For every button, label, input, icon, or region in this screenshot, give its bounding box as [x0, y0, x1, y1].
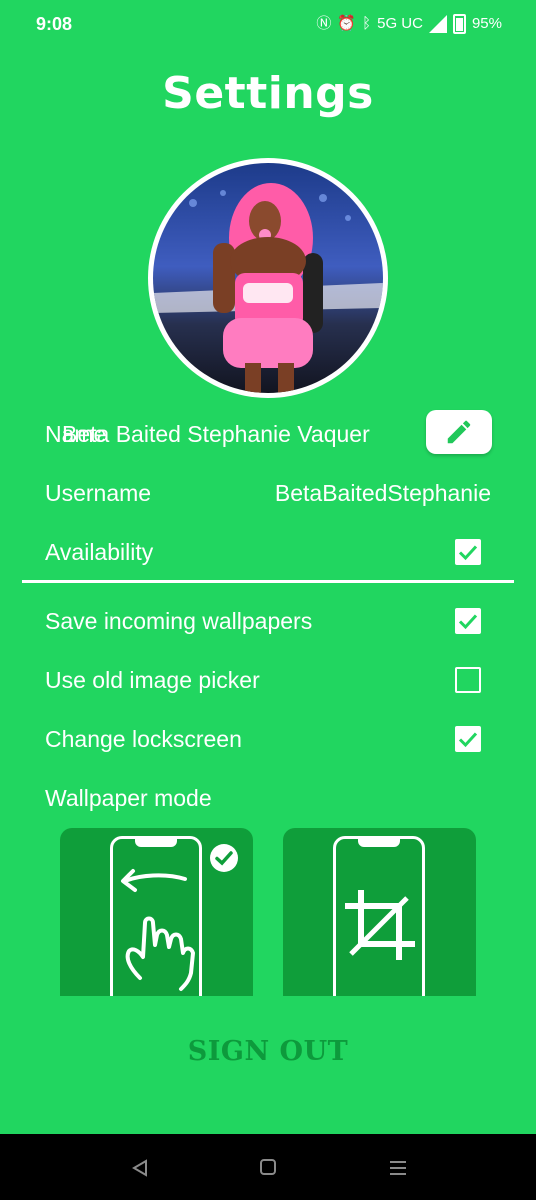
- availability-row[interactable]: Availability: [45, 531, 491, 571]
- crop-icon: [345, 890, 415, 960]
- change-lockscreen-checkbox[interactable]: [455, 726, 481, 752]
- option-old-image-picker[interactable]: Use old image picker: [45, 659, 491, 699]
- recents-icon[interactable]: [388, 1158, 408, 1178]
- swipe-hand-icon: [121, 869, 195, 991]
- nfc-icon: Ⓝ: [316, 15, 332, 32]
- selected-check-icon: [210, 844, 238, 872]
- network-label: 5G UC: [377, 15, 423, 32]
- pencil-icon: [447, 420, 471, 444]
- edit-name-button[interactable]: [426, 410, 492, 454]
- back-icon[interactable]: [130, 1158, 150, 1178]
- save-wallpapers-checkbox[interactable]: [455, 608, 481, 634]
- wallpaper-mode-scroll[interactable]: [60, 828, 253, 996]
- wallpaper-mode-label: Wallpaper mode: [45, 785, 212, 811]
- option-save-wallpapers[interactable]: Save incoming wallpapers: [45, 600, 491, 640]
- wallpaper-mode-crop[interactable]: [283, 828, 476, 996]
- username-label: Username: [45, 480, 152, 506]
- option-label: Save incoming wallpapers: [45, 608, 313, 634]
- battery-level: 95%: [471, 15, 502, 32]
- status-time: 9:08: [36, 14, 73, 34]
- old-image-picker-checkbox[interactable]: [455, 667, 481, 693]
- option-change-lockscreen[interactable]: Change lockscreen: [45, 718, 491, 758]
- battery-icon: [452, 14, 466, 34]
- name-row: Name Beta Baited Stephanie Vaquer: [45, 413, 491, 453]
- check-icon: [458, 732, 478, 748]
- profile-photo: [153, 163, 383, 393]
- divider: [22, 580, 514, 583]
- bluetooth-icon: ᛒ: [362, 15, 372, 32]
- page-title: Settings: [162, 68, 374, 119]
- home-icon[interactable]: [259, 1158, 277, 1176]
- username-row: Username BetaBaitedStephanie: [45, 472, 491, 512]
- check-icon: [458, 545, 478, 561]
- check-icon: [458, 614, 478, 630]
- navigation-bar: [0, 1134, 536, 1200]
- signal-icon: [428, 15, 447, 33]
- wallpaper-mode-row: Wallpaper mode: [45, 777, 491, 817]
- availability-checkbox[interactable]: [455, 539, 481, 565]
- status-icons: Ⓝ ⏰ ᛒ 5G UC 95%: [316, 14, 502, 34]
- username-value: BetaBaitedStephanie: [274, 480, 491, 506]
- option-label: Change lockscreen: [45, 726, 242, 752]
- option-label: Use old image picker: [45, 667, 260, 693]
- name-value: Beta Baited Stephanie Vaquer: [62, 421, 370, 447]
- status-bar: 9:08 Ⓝ ⏰ ᛒ 5G UC 95%: [0, 0, 536, 48]
- sign-out-button[interactable]: SIGN OUT: [0, 1036, 536, 1067]
- avatar[interactable]: [148, 158, 388, 398]
- availability-label: Availability: [45, 539, 154, 565]
- alarm-icon: ⏰: [337, 15, 357, 32]
